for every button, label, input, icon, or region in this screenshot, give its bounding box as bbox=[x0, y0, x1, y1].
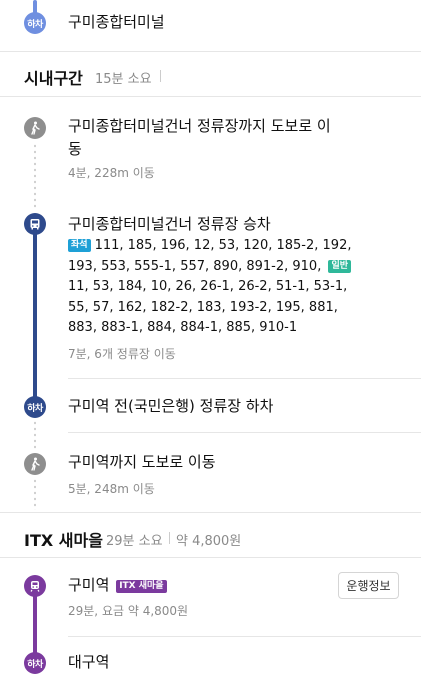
alight-badge-icon: 하차 bbox=[24, 652, 46, 674]
section-title: 시내구간 bbox=[24, 69, 83, 88]
alight-badge-icon: 하차 bbox=[24, 396, 46, 418]
alight-badge-icon: 하차 bbox=[24, 12, 46, 34]
schedule-info-button[interactable]: 운행정보 bbox=[338, 572, 399, 599]
divider bbox=[0, 557, 421, 558]
walk-path-dots bbox=[34, 420, 36, 450]
itx-section-header: ITX 새마을 29분 소요 약 4,800원 bbox=[0, 513, 421, 557]
bus-step-detail: 7분, 6개 정류장 이동 bbox=[68, 347, 176, 361]
section-title: ITX 새마을 bbox=[24, 531, 103, 550]
section-duration: 15분 소요 bbox=[95, 72, 152, 87]
divider bbox=[0, 96, 421, 97]
express-bus-routes: 111, 185, 196, 12, 53, 120, 185-2, 192, … bbox=[68, 238, 352, 274]
destination-station: 대구역 bbox=[68, 653, 110, 671]
general-bus-routes: 11, 53, 184, 10, 26, 26-1, 26-2, 51-1, 5… bbox=[68, 279, 348, 335]
express-bus-badge: 좌석 bbox=[68, 239, 91, 252]
walking-person-icon bbox=[31, 121, 40, 135]
train-route-line bbox=[33, 590, 37, 660]
arrival-stop-name: 구미종합터미널 bbox=[68, 13, 165, 31]
walking-person-icon bbox=[31, 457, 40, 471]
bus-alight-title: 구미역 전(국민은행) 정류장 하차 bbox=[68, 397, 274, 415]
train-station-title: 구미역 ITX 새마을 bbox=[68, 574, 171, 597]
itx-badge: ITX 새마을 bbox=[116, 580, 167, 593]
walk-step-detail: 5분, 248m 이동 bbox=[68, 482, 155, 496]
walk-path-dots bbox=[34, 143, 36, 209]
walk-path-dots bbox=[34, 478, 36, 510]
general-bus-badge: 일반 bbox=[328, 259, 352, 273]
walk-step-title: 구미역까지 도보로 이동 bbox=[68, 453, 216, 471]
bus-route-line bbox=[33, 224, 37, 408]
train-step-node bbox=[24, 575, 46, 597]
separator bbox=[160, 70, 161, 82]
bus-step-node bbox=[24, 213, 46, 235]
walk-step-node bbox=[24, 117, 46, 139]
bus-boarding-title: 구미종합터미널건너 정류장 승차 bbox=[68, 215, 271, 233]
separator bbox=[169, 532, 170, 544]
divider bbox=[68, 636, 421, 637]
walk-step-title: 구미종합터미널건너 정류장까지 도보로 이 동 bbox=[68, 117, 331, 158]
train-step-detail: 29분, 요금 약 4,800원 bbox=[68, 604, 189, 618]
city-section-header: 시내구간 15분 소요 bbox=[0, 52, 421, 96]
walk-step-node bbox=[24, 453, 46, 475]
bus-routes-list: 좌석 111, 185, 196, 12, 53, 120, 185-2, 192… bbox=[68, 236, 358, 339]
divider bbox=[68, 432, 421, 433]
section-duration: 29분 소요 bbox=[106, 534, 163, 549]
train-icon bbox=[30, 581, 40, 592]
bus-icon bbox=[30, 219, 40, 230]
divider bbox=[68, 378, 421, 379]
walk-step-detail: 4분, 228m 이동 bbox=[68, 166, 155, 180]
section-fare: 약 4,800원 bbox=[176, 534, 242, 549]
